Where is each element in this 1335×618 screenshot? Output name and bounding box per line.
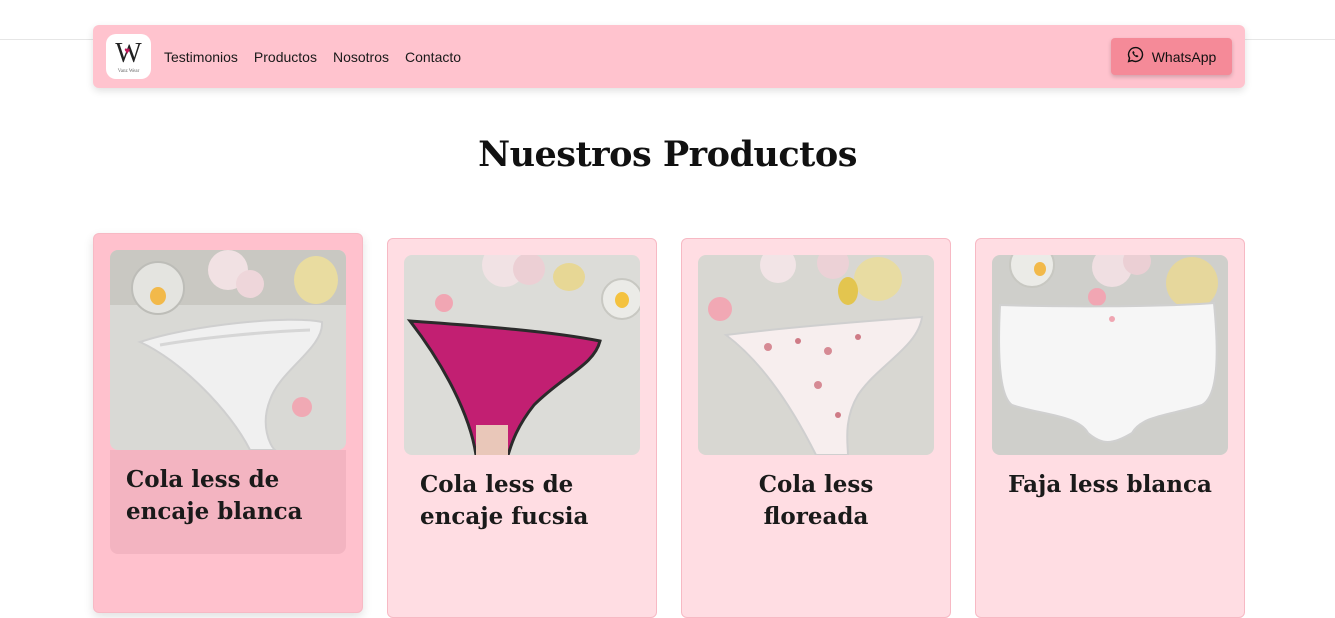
product-image	[698, 255, 934, 455]
product-card[interactable]: Cola less de encaje blanca	[93, 233, 363, 613]
section-title: Nuestros Productos	[478, 134, 857, 175]
whatsapp-button[interactable]: WhatsApp	[1111, 38, 1232, 75]
product-card[interactable]: Cola less floreada	[681, 238, 951, 618]
navbar: W ♥ Vanz Wear Testimonios Productos Noso…	[93, 25, 1245, 88]
product-image	[110, 250, 346, 450]
product-name: Cola less de encaje fucsia	[420, 471, 589, 530]
product-image	[992, 255, 1228, 455]
logo-text: Vanz Wear	[117, 68, 140, 74]
heart-icon: ♥	[124, 45, 131, 57]
brand-logo[interactable]: W ♥ Vanz Wear	[106, 34, 151, 79]
nav-link-productos[interactable]: Productos	[254, 49, 317, 65]
nav-links: Testimonios Productos Nosotros Contacto	[164, 25, 461, 88]
product-card[interactable]: Faja less blanca	[975, 238, 1245, 618]
whatsapp-label: WhatsApp	[1151, 48, 1217, 65]
nav-link-testimonios[interactable]: Testimonios	[164, 49, 238, 65]
product-card[interactable]: Cola less de encaje fucsia	[387, 238, 657, 618]
product-image	[404, 255, 640, 455]
whatsapp-icon	[1127, 46, 1144, 68]
product-name: Faja less blanca	[1008, 471, 1212, 498]
logo-monogram: W ♥	[115, 39, 141, 68]
product-name: Cola less de encaje blanca	[126, 466, 303, 525]
nav-link-contacto[interactable]: Contacto	[405, 49, 461, 65]
product-name: Cola less floreada	[758, 471, 874, 530]
nav-link-nosotros[interactable]: Nosotros	[333, 49, 389, 65]
